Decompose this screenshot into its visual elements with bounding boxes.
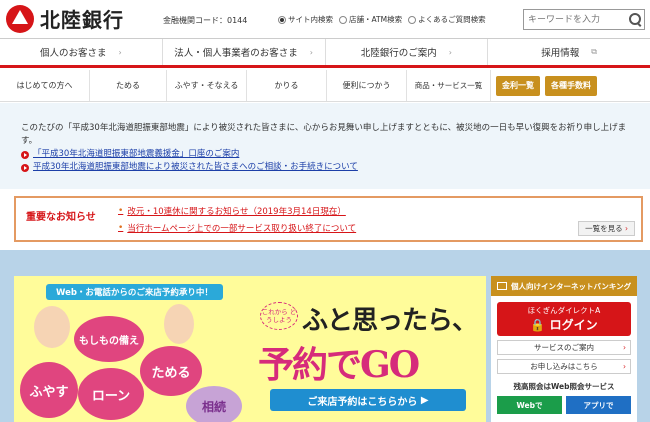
app-inquiry-button[interactable]: アプリで (566, 396, 631, 414)
button-label: ご来店予約はこちらから (307, 396, 418, 408)
panel-header: 個人向けインターネットバンキング (491, 276, 637, 296)
subnav-save[interactable]: ためる (90, 70, 167, 101)
subnav-label: ふやす・そなえる (174, 81, 239, 90)
person-illustration-icon (164, 304, 194, 344)
important-title: 重要なお知らせ (26, 212, 96, 223)
search-box (523, 9, 645, 30)
thought-circle: これから どうしよう (260, 302, 298, 330)
cloud-loan: ローン (78, 368, 144, 420)
chevron-right-icon: › (118, 47, 122, 57)
banner-tab: Web・お電話からのご来店予約承り中！ (46, 284, 223, 300)
subnav-borrow[interactable]: かりる (247, 70, 327, 101)
nav-label: 法人・個人事業者のお客さま (174, 48, 298, 59)
subnav-beginners[interactable]: はじめての方へ (0, 70, 90, 101)
view-list-button[interactable]: 一覧を見る › (578, 221, 635, 236)
bullet-icon: • (118, 206, 124, 216)
radio-icon (339, 15, 347, 24)
bank-logo[interactable]: 北陸銀行 (6, 4, 124, 33)
radio-label: 店舗・ATM検索 (349, 15, 403, 24)
nav-business[interactable]: 法人・個人事業者のお客さま › (161, 39, 325, 65)
disaster-notice: このたびの「平成30年北海道胆振東部地震」により被災された皆さまに、心からお見舞… (21, 122, 636, 174)
subnav-products[interactable]: 商品・サービス一覧 (407, 70, 491, 101)
search-input[interactable] (524, 10, 624, 29)
cloud-prepare: もしもの備え (74, 316, 144, 362)
radio-icon (408, 15, 417, 24)
chevron-right-icon: › (623, 343, 626, 352)
subnav-invest[interactable]: ふやす・そなえる (167, 70, 247, 101)
notice-text: このたびの「平成30年北海道胆振東部地震」により被災された皆さまに、心からお見舞… (21, 123, 627, 146)
link-label: サービスのご案内 (534, 343, 594, 352)
radio-selected-icon (278, 15, 286, 24)
arrow-circle-icon (21, 163, 29, 172)
main-nav: 個人のお客さま › 法人・個人事業者のお客さま › 北陸銀行のご案内 › 採用情報 ⧉ (0, 38, 650, 68)
inquiry-buttons: Webで アプリで (497, 396, 631, 414)
important-link-era[interactable]: • 改元・10連休に関するお知らせ（2019年3月14日現在） (118, 205, 346, 217)
chevron-right-icon: › (309, 47, 313, 57)
radio-label: よくあるご質問検索 (418, 15, 486, 24)
computer-icon (497, 282, 507, 290)
more-label: 一覧を見る (585, 224, 623, 233)
login-text: ログイン (549, 318, 598, 332)
radio-faq-search[interactable]: よくあるご質問検索 (408, 14, 486, 25)
reserve-visit-button[interactable]: ご来店予約はこちらから ▶ (270, 389, 466, 411)
nav-label: 個人のお客さま (40, 48, 107, 59)
logo-mark-icon (6, 4, 34, 33)
login-label: 🔒 ログイン (530, 316, 597, 333)
nav-label: 北陸銀行のご案内 (360, 48, 437, 59)
chevron-right-icon: › (625, 224, 628, 233)
banner-headline-go: 予約でGO (258, 344, 420, 386)
sub-nav: はじめての方へ ためる ふやす・そなえる かりる 便利につかう 商品・サービス一… (0, 70, 650, 102)
subnav-label: かりる (274, 81, 299, 90)
nav-recruit[interactable]: 採用情報 ⧉ (487, 39, 650, 65)
chevron-right-icon: › (448, 47, 452, 57)
nav-label: 採用情報 (541, 48, 580, 59)
radio-site-search[interactable]: サイト内検索 (278, 14, 333, 25)
subnav-label: はじめての方へ (16, 81, 73, 90)
lock-icon: 🔒 (530, 318, 546, 332)
important-notices: 重要なお知らせ • 改元・10連休に関するお知らせ（2019年3月14日現在） •… (14, 196, 643, 242)
cloud-inherit: 相続 (186, 386, 242, 422)
subnav-label: ためる (116, 81, 140, 90)
cloud-save: ためる (140, 346, 202, 396)
panel-title: 個人向けインターネットバンキング (511, 281, 632, 291)
reservation-banner[interactable]: Web・お電話からのご来店予約承り中！ もしもの備え ためる ふやす ローン 相… (14, 276, 486, 422)
search-options: サイト内検索 店舗・ATM検索 よくあるご質問検索 (278, 14, 486, 25)
link-label: お申し込みはこちら (530, 362, 598, 371)
internet-banking-panel: 個人向けインターネットバンキング ほくぎんダイレクトA 🔒 ログイン サービスの… (491, 276, 637, 422)
subnav-use[interactable]: 便利につかう (327, 70, 407, 101)
cloud-invest: ふやす (20, 362, 78, 418)
notice-link-support[interactable]: 平成30年北海道胆振東部地震により被災された皆さまへのご相談・お手続きについて (21, 161, 636, 174)
nav-about[interactable]: 北陸銀行のご案内 › (324, 39, 488, 65)
link-label: 「平成30年北海道胆振東部地震義援金」口座のご案内 (33, 149, 240, 159)
web-inquiry-button[interactable]: Webで (497, 396, 562, 414)
link-label: 改元・10連休に関するお知らせ（2019年3月14日現在） (127, 207, 346, 217)
radio-label: サイト内検索 (288, 15, 333, 24)
external-window-icon: ⧉ (591, 47, 597, 56)
interest-rates-button[interactable]: 金利一覧 (496, 75, 540, 96)
logo-text: 北陸銀行 (40, 8, 124, 32)
nav-personal[interactable]: 個人のお客さま › (0, 39, 162, 65)
link-label: 当行ホームページ上での一部サービス取り扱い終了について (127, 224, 357, 234)
radio-atm-search[interactable]: 店舗・ATM検索 (339, 14, 402, 25)
subnav-label: 商品・サービス一覧 (414, 81, 483, 90)
login-subtitle: ほくぎんダイレクトA (527, 306, 601, 315)
fees-button[interactable]: 各種手数料 (545, 75, 597, 96)
login-button[interactable]: ほくぎんダイレクトA 🔒 ログイン (497, 302, 631, 336)
important-link-service-end[interactable]: • 当行ホームページ上での一部サービス取り扱い終了について (118, 222, 356, 234)
link-label: 平成30年北海道胆振東部地震により被災された皆さまへのご相談・お手続きについて (33, 162, 358, 172)
bullet-icon: • (118, 223, 124, 233)
chevron-right-icon: › (623, 362, 626, 371)
notice-link-donation[interactable]: 「平成30年北海道胆振東部地震義援金」口座のご案内 (21, 148, 636, 161)
subnav-label: 便利につかう (342, 81, 391, 90)
service-guide-link[interactable]: サービスのご案内 › (497, 340, 631, 355)
site-header: 北陸銀行 金融機関コード：0144 サイト内検索 店舗・ATM検索 よくあるご質… (0, 0, 650, 38)
apply-link[interactable]: お申し込みはこちら › (497, 359, 631, 374)
balance-inquiry-title: 残高照会はWeb照会サービス (491, 379, 637, 393)
bank-code: 金融機関コード：0144 (163, 16, 248, 25)
search-icon[interactable] (624, 10, 644, 29)
banner-headline: ふと思ったら、 (302, 306, 478, 336)
arrow-circle-icon (21, 150, 29, 159)
person-illustration-icon (34, 306, 70, 348)
